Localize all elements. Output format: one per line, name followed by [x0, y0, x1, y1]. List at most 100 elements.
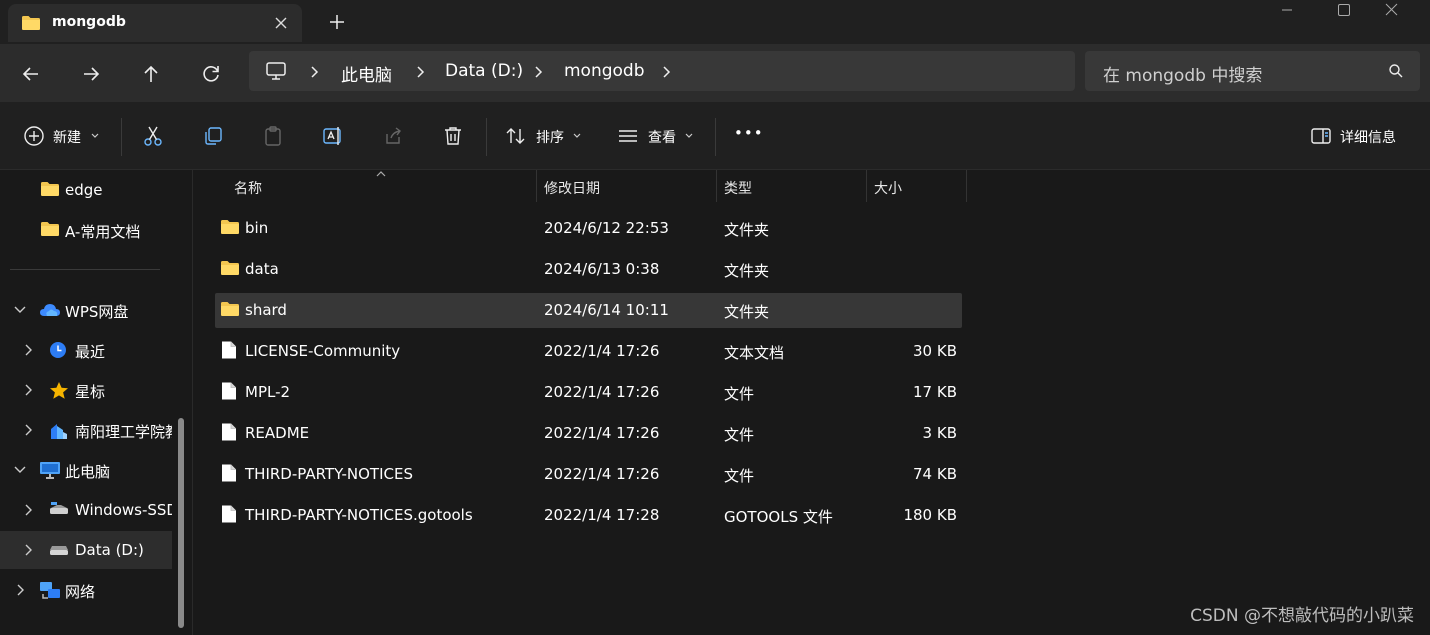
folder-icon [40, 181, 60, 197]
sidebar-item-a-documents[interactable]: A-常用文档 [0, 211, 172, 249]
folder-icon [220, 260, 240, 276]
file-date-modified: 2022/1/4 17:26 [544, 383, 660, 401]
search-box[interactable]: 在 mongodb 中搜索 [1085, 51, 1420, 91]
details-button[interactable]: 详细信息 [1340, 127, 1396, 147]
table-row[interactable]: data 2024/6/13 0:38 文件夹 [215, 252, 962, 287]
sidebar-item-label: Windows-SSD [75, 501, 172, 519]
address-bar[interactable]: 此电脑 Data (D:) mongodb [249, 51, 1075, 91]
column-header-date[interactable]: 修改日期 [544, 178, 600, 198]
file-type: 文件夹 [724, 221, 770, 239]
computer-icon [265, 61, 287, 81]
table-row[interactable]: bin 2024/6/12 22:53 文件夹 [215, 211, 962, 246]
file-size: 3 KB [922, 424, 957, 442]
file-type: 文件夹 [724, 262, 770, 280]
sidebar-item-nyist[interactable]: 南阳理工学院教 [0, 411, 172, 449]
sidebar-item-network[interactable]: 网络 [0, 571, 172, 609]
network-icon [39, 581, 61, 601]
chevron-right-icon[interactable] [413, 64, 427, 80]
view-button[interactable]: 查看 [648, 127, 676, 147]
file-name: data [245, 260, 279, 278]
sidebar-item-label: 最近 [75, 343, 106, 361]
file-date-modified: 2024/6/13 0:38 [544, 260, 660, 278]
chevron-right-icon[interactable] [531, 64, 545, 80]
sidebar-item-starred[interactable]: 星标 [0, 371, 172, 409]
sidebar-item-recent[interactable]: 最近 [0, 331, 172, 369]
chevron-down-icon[interactable] [571, 126, 595, 150]
chevron-right-icon[interactable] [22, 543, 34, 557]
file-size: 74 KB [913, 465, 957, 483]
chevron-down-icon[interactable] [89, 126, 113, 150]
new-button[interactable]: 新建 [53, 127, 81, 147]
column-header-size[interactable]: 大小 [874, 178, 902, 198]
breadcrumb-mongodb[interactable]: mongodb [564, 61, 645, 81]
column-divider[interactable] [966, 170, 967, 202]
search-placeholder[interactable]: 在 mongodb 中搜索 [1103, 61, 1262, 86]
copy-icon[interactable] [201, 124, 225, 148]
file-name: THIRD-PARTY-NOTICES [245, 465, 413, 483]
back-icon[interactable] [16, 59, 46, 89]
table-row[interactable]: shard 2024/6/14 10:11 文件夹 [215, 293, 962, 328]
sidebar-item-label: 网络 [65, 583, 96, 601]
file-icon [220, 422, 238, 442]
new-icon[interactable] [22, 124, 46, 148]
drive-icon [49, 544, 69, 556]
new-tab-icon[interactable] [326, 11, 348, 33]
more-options-button[interactable]: ••• [734, 124, 764, 142]
up-icon[interactable] [136, 59, 166, 89]
table-row[interactable]: LICENSE-Community 2022/1/4 17:26 文本文档 30 KB [215, 334, 962, 369]
column-divider[interactable] [716, 170, 717, 202]
table-row[interactable]: README 2022/1/4 17:26 文件 3 KB [215, 416, 962, 451]
table-row[interactable]: MPL-2 2022/1/4 17:26 文件 17 KB [215, 375, 962, 410]
folder-icon [220, 301, 240, 317]
chevron-right-icon[interactable] [14, 583, 26, 597]
chevron-down-icon[interactable] [683, 126, 707, 150]
paste-icon [261, 124, 285, 148]
navigation-pane: edge A-常用文档 WPS网盘 最近 星标 南阳理工学院教 此电脑 Wind… [0, 170, 193, 635]
sort-button[interactable]: 排序 [536, 127, 564, 147]
chevron-right-icon[interactable] [659, 64, 673, 80]
chevron-right-icon[interactable] [22, 343, 34, 357]
minimize-icon[interactable] [1264, 0, 1310, 22]
chevron-down-icon[interactable] [14, 303, 26, 317]
tab-mongodb[interactable]: mongodb [8, 4, 302, 42]
sidebar-item-data-d[interactable]: Data (D:) [0, 531, 172, 569]
file-name: bin [245, 219, 269, 237]
column-divider[interactable] [536, 170, 537, 202]
sidebar-item-wps-cloud[interactable]: WPS网盘 [0, 291, 172, 329]
column-header-name[interactable]: 名称 [234, 178, 262, 198]
divider [486, 118, 487, 156]
details-pane-icon[interactable] [1309, 124, 1333, 148]
chevron-right-icon[interactable] [22, 503, 34, 517]
close-window-icon[interactable] [1376, 0, 1422, 22]
search-icon[interactable] [1388, 63, 1404, 79]
sidebar-item-this-pc[interactable]: 此电脑 [0, 451, 172, 489]
rename-icon[interactable] [321, 124, 345, 148]
cut-icon[interactable] [141, 124, 165, 148]
breadcrumb-this-pc[interactable]: 此电脑 [341, 61, 392, 86]
breadcrumb-data-d[interactable]: Data (D:) [445, 61, 523, 81]
view-icon[interactable] [616, 124, 640, 148]
delete-icon[interactable] [441, 124, 465, 148]
table-row[interactable]: THIRD-PARTY-NOTICES.gotools 2022/1/4 17:2… [215, 498, 962, 533]
maximize-icon[interactable] [1320, 0, 1366, 22]
sort-icon[interactable] [504, 124, 528, 148]
sidebar-item-edge[interactable]: edge [0, 171, 172, 209]
refresh-icon[interactable] [196, 59, 226, 89]
table-row[interactable]: THIRD-PARTY-NOTICES 2022/1/4 17:26 文件 74 KB [215, 457, 962, 492]
sidebar-item-label: Data (D:) [75, 541, 144, 559]
file-type: GOTOOLS 文件 [724, 508, 833, 526]
chevron-right-icon[interactable] [22, 423, 34, 437]
command-bar: 新建 排序 查看 ••• 详细信息 [0, 102, 1430, 170]
column-divider[interactable] [866, 170, 867, 202]
chevron-right-icon[interactable] [22, 383, 34, 397]
sidebar-item-windows-ssd[interactable]: Windows-SSD [0, 491, 172, 529]
file-size: 17 KB [913, 383, 957, 401]
close-tab-icon[interactable] [270, 12, 292, 34]
chevron-right-icon[interactable] [307, 64, 321, 80]
file-name: THIRD-PARTY-NOTICES.gotools [245, 506, 473, 524]
column-header-type[interactable]: 类型 [724, 178, 752, 198]
sidebar-scrollbar[interactable] [178, 418, 184, 628]
file-date-modified: 2024/6/14 10:11 [544, 301, 669, 319]
chevron-down-icon[interactable] [14, 463, 26, 477]
forward-icon[interactable] [76, 59, 106, 89]
